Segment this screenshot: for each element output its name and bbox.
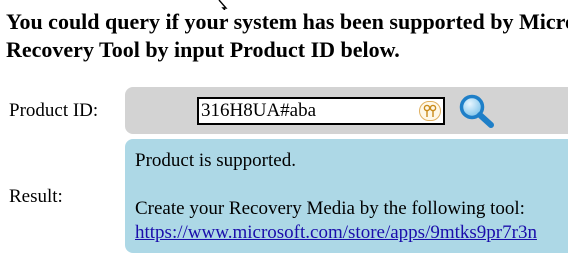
heading-line-1: You could query if your system has been … <box>6 9 568 34</box>
result-label: Result: <box>9 186 63 207</box>
recovery-tool-link[interactable]: https://www.microsoft.com/store/apps/9mt… <box>135 222 537 244</box>
search-icon[interactable] <box>458 93 496 129</box>
page-heading: You could query if your system has been … <box>6 8 568 64</box>
product-id-label: Product ID: <box>9 100 99 121</box>
recovery-tool-page: You could query if your system has been … <box>0 0 568 262</box>
password-manager-key-icon[interactable] <box>419 101 441 121</box>
mouse-cursor-icon <box>218 0 228 10</box>
support-status-text: Product is supported. <box>135 150 296 171</box>
product-id-input[interactable] <box>197 97 445 125</box>
heading-line-2: Recovery Tool by input Product ID below. <box>6 37 400 62</box>
recovery-instruction-text: Create your Recovery Media by the follow… <box>135 198 525 219</box>
